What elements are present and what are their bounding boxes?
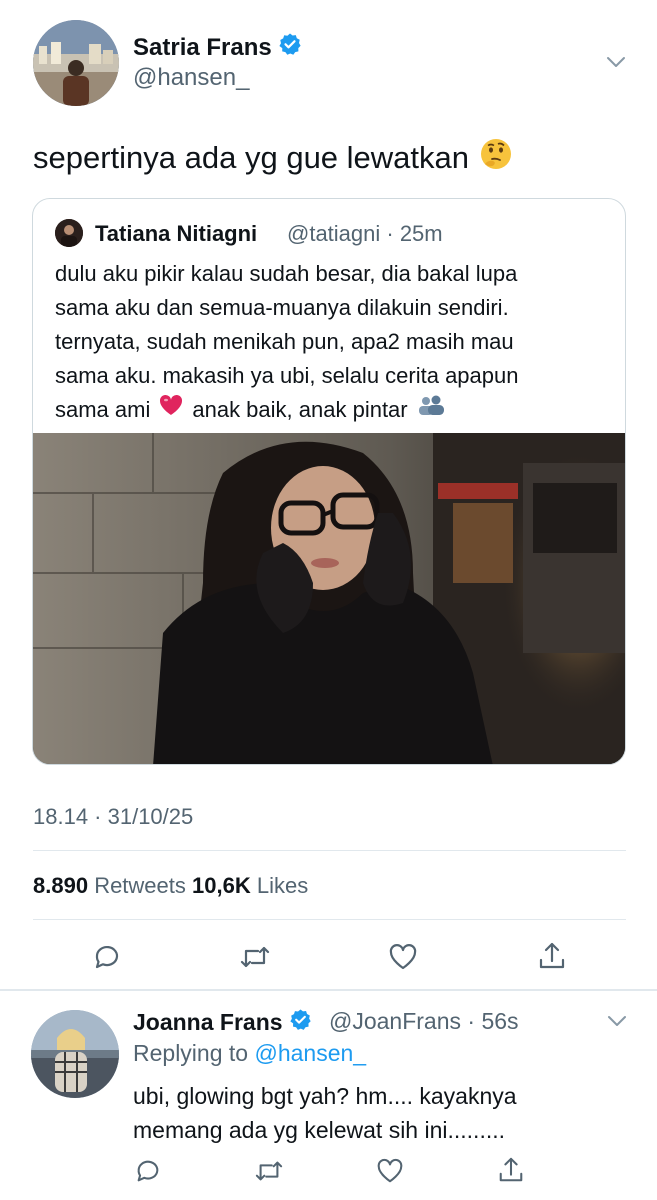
heart-icon (389, 944, 417, 970)
quoted-photo[interactable] (33, 433, 625, 764)
quoted-tweet[interactable]: Tatiana Nitiagni @tatiagni · 25m dulu ak… (32, 198, 626, 765)
chevron-down-icon[interactable] (604, 52, 628, 72)
share-icon (499, 1157, 523, 1182)
retweet-button[interactable] (238, 940, 272, 974)
like-label[interactable]: Likes (257, 873, 308, 898)
like-count[interactable]: 10,6K (192, 873, 251, 898)
tweet-timestamp[interactable]: 18.14 · 31/10/25 (33, 804, 193, 830)
red-heart-icon (158, 393, 184, 427)
tweet-text: sepertinya ada yg gue lewatkan (33, 137, 513, 179)
reply-reply-button[interactable] (131, 1154, 165, 1188)
replying-to-prefix: Replying to (133, 1040, 249, 1066)
tweet-stats: 8.890 Retweets 10,6K Likes (33, 873, 308, 899)
like-button[interactable] (386, 940, 420, 974)
author-name-text[interactable]: Satria Frans (133, 34, 272, 62)
quoted-author-name[interactable]: Tatiana Nitiagni (95, 221, 257, 247)
thinking-face-icon (479, 137, 513, 179)
tweet-text-content: sepertinya ada yg gue lewatkan (33, 140, 470, 175)
reply-author-name[interactable]: Joanna Frans (133, 1008, 312, 1037)
people-silhouette-icon (416, 393, 446, 427)
divider (0, 989, 657, 991)
verified-badge-icon (278, 32, 302, 63)
retweet-label[interactable]: Retweets (94, 873, 186, 898)
heart-icon (377, 1158, 403, 1183)
quoted-last-line: sama ami anak baik, anak pintar (55, 393, 615, 427)
comment-icon (95, 945, 119, 969)
quoted-line: sama aku. makasih ya ubi, selalu cerita … (55, 363, 519, 388)
quoted-line: sama aku dan semua-muanya dilakuin sendi… (55, 295, 509, 320)
author-name[interactable]: Satria Frans (133, 32, 302, 63)
share-button[interactable] (535, 939, 569, 973)
reply-line: memang ada yg kelewat sih ini......... (133, 1117, 506, 1143)
chevron-down-icon[interactable] (606, 1012, 628, 1030)
reply-avatar[interactable] (31, 1010, 119, 1098)
quoted-line: dulu aku pikir kalau sudah besar, dia ba… (55, 261, 518, 286)
share-icon (539, 942, 565, 969)
replying-to: Replying to @hansen_ (133, 1040, 366, 1067)
reply-author-meta[interactable]: @JoanFrans · 56s (329, 1008, 519, 1035)
divider (33, 919, 626, 920)
quoted-author-meta[interactable]: @tatiagni · 25m (287, 221, 443, 247)
retweet-icon (255, 1161, 283, 1181)
divider (33, 850, 626, 851)
quoted-avatar[interactable] (55, 219, 83, 247)
reply-share-button[interactable] (494, 1153, 528, 1187)
quoted-text: dulu aku pikir kalau sudah besar, dia ba… (55, 257, 615, 427)
retweet-icon (240, 946, 270, 968)
retweet-count[interactable]: 8.890 (33, 873, 88, 898)
quoted-last-line-b: anak baik, anak pintar (192, 397, 408, 422)
reply-like-button[interactable] (373, 1154, 407, 1188)
avatar[interactable] (33, 20, 119, 106)
quoted-last-line-a: sama ami (55, 397, 151, 422)
comment-icon (137, 1160, 159, 1182)
reply-author-name-text[interactable]: Joanna Frans (133, 1009, 283, 1036)
author-handle[interactable]: @hansen_ (133, 64, 249, 92)
replying-to-handle[interactable]: @hansen_ (254, 1040, 366, 1066)
quoted-line: ternyata, sudah menikah pun, apa2 masih … (55, 329, 514, 354)
reply-button[interactable] (90, 940, 124, 974)
verified-badge-icon (289, 1008, 312, 1037)
reply-retweet-button[interactable] (252, 1154, 286, 1188)
reply-line: ubi, glowing bgt yah? hm.... kayaknya (133, 1083, 517, 1109)
reply-text: ubi, glowing bgt yah? hm.... kayaknya me… (133, 1079, 517, 1147)
